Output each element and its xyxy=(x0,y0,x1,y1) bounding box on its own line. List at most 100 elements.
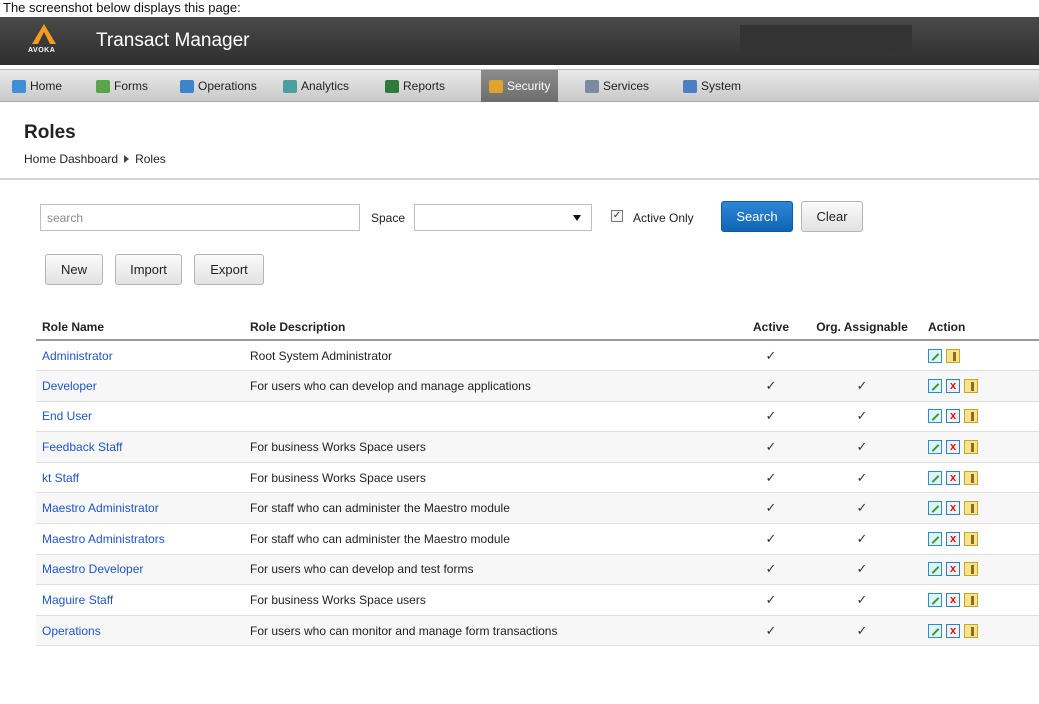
delete-icon[interactable] xyxy=(946,440,960,455)
search-button[interactable]: Search xyxy=(721,201,793,232)
role-name-link[interactable]: kt Staff xyxy=(42,471,79,485)
main-nav: Home Forms Operations Analytics Reports … xyxy=(0,69,1039,102)
user-info-block[interactable] xyxy=(740,25,912,53)
delete-icon[interactable] xyxy=(946,562,960,577)
app-header: AVOKA Transact Manager xyxy=(0,17,1039,65)
properties-icon[interactable] xyxy=(964,593,978,608)
properties-icon[interactable] xyxy=(964,501,978,516)
org-assignable-cell: ✓ xyxy=(796,554,922,586)
properties-icon[interactable] xyxy=(946,348,960,363)
active-cell: ✓ xyxy=(740,584,796,616)
role-name-link[interactable]: End User xyxy=(42,409,92,423)
role-name-link[interactable]: Maestro Administrator xyxy=(42,501,159,515)
properties-icon[interactable] xyxy=(964,378,978,393)
action-cell xyxy=(922,615,1039,647)
edit-icon[interactable] xyxy=(928,440,942,455)
import-button[interactable]: Import xyxy=(115,254,182,285)
edit-icon[interactable] xyxy=(928,623,942,638)
role-name-link[interactable]: Operations xyxy=(42,624,101,638)
org-assignable-cell: ✓ xyxy=(796,492,922,525)
role-name-link[interactable]: Developer xyxy=(42,379,97,393)
new-button[interactable]: New xyxy=(45,254,103,285)
dropdown-arrow-icon xyxy=(573,215,581,221)
properties-icon[interactable] xyxy=(964,409,978,424)
edit-icon[interactable] xyxy=(928,378,942,393)
nav-home[interactable]: Home xyxy=(12,70,62,102)
properties-icon[interactable] xyxy=(964,623,978,638)
nav-system-label: System xyxy=(701,79,742,93)
nav-forms-label: Forms xyxy=(114,79,148,93)
role-description-cell: Root System Administrator xyxy=(244,340,740,372)
breadcrumb-home-link[interactable]: Home Dashboard xyxy=(24,152,118,166)
nav-operations[interactable]: Operations xyxy=(180,70,257,102)
row-actions xyxy=(928,501,1039,516)
edit-icon[interactable] xyxy=(928,562,942,577)
action-cell xyxy=(922,584,1039,616)
header-role-name[interactable]: Role Name xyxy=(36,314,244,341)
edit-icon[interactable] xyxy=(928,409,942,424)
row-actions xyxy=(928,562,1039,577)
breadcrumb: Home Dashboard Roles xyxy=(24,152,166,166)
delete-icon[interactable] xyxy=(946,623,960,638)
search-input[interactable] xyxy=(40,204,360,231)
breadcrumb-arrow-icon xyxy=(124,155,130,163)
action-cell xyxy=(922,370,1039,402)
delete-icon[interactable] xyxy=(946,593,960,608)
action-cell xyxy=(922,431,1039,463)
system-icon xyxy=(683,79,697,93)
nav-forms[interactable]: Forms xyxy=(96,70,148,102)
edit-icon[interactable] xyxy=(928,501,942,516)
edit-icon[interactable] xyxy=(928,531,942,546)
nav-analytics-label: Analytics xyxy=(301,79,350,93)
properties-icon[interactable] xyxy=(964,531,978,546)
role-name-link[interactable]: Maestro Developer xyxy=(42,562,143,576)
role-description-cell: For users who can monitor and manage for… xyxy=(244,615,740,647)
role-description-cell: For business Works Space users xyxy=(244,584,740,616)
role-name-cell: Operations xyxy=(36,615,244,647)
role-name-link[interactable]: Maestro Administrators xyxy=(42,532,165,546)
space-select[interactable] xyxy=(414,204,592,231)
role-name-link[interactable]: Maguire Staff xyxy=(42,593,113,607)
role-description-cell: For users who can develop and manage app… xyxy=(244,370,740,402)
role-name-link[interactable]: Administrator xyxy=(42,349,113,363)
properties-icon[interactable] xyxy=(964,440,978,455)
edit-icon[interactable] xyxy=(928,593,942,608)
org-assignable-cell: ✓ xyxy=(796,523,922,555)
table-row: End User ✓ ✓ xyxy=(36,401,1039,433)
active-cell: ✓ xyxy=(740,523,796,555)
role-description-cell: For users who can develop and test forms xyxy=(244,554,740,586)
row-actions xyxy=(928,409,1039,424)
edit-icon[interactable] xyxy=(928,348,942,363)
delete-icon[interactable] xyxy=(946,470,960,485)
org-assignable-cell: ✓ xyxy=(796,615,922,647)
avoka-logo[interactable]: AVOKA xyxy=(28,24,60,60)
delete-icon[interactable] xyxy=(946,378,960,393)
logo-triangle-inner xyxy=(38,32,50,44)
properties-icon[interactable] xyxy=(964,470,978,485)
delete-icon[interactable] xyxy=(946,531,960,546)
nav-analytics[interactable]: Analytics xyxy=(283,70,349,102)
nav-operations-label: Operations xyxy=(198,79,257,93)
clear-button[interactable]: Clear xyxy=(801,201,863,232)
row-actions xyxy=(928,470,1039,485)
nav-security-label: Security xyxy=(507,79,551,93)
edit-icon[interactable] xyxy=(928,470,942,485)
header-role-description[interactable]: Role Description xyxy=(244,314,740,341)
properties-icon[interactable] xyxy=(964,562,978,577)
nav-services[interactable]: Services xyxy=(585,70,649,102)
delete-icon[interactable] xyxy=(946,501,960,516)
org-assignable-cell xyxy=(796,340,922,372)
page-title: Roles xyxy=(24,122,76,143)
export-button[interactable]: Export xyxy=(194,254,264,285)
role-name-link[interactable]: Feedback Staff xyxy=(42,440,123,454)
header-active[interactable]: Active xyxy=(740,314,796,341)
role-name-cell: kt Staff xyxy=(36,462,244,494)
active-only-checkbox[interactable]: ✓ xyxy=(611,210,623,222)
role-description-cell: For business Works Space users xyxy=(244,431,740,463)
nav-system[interactable]: System xyxy=(683,70,741,102)
nav-reports[interactable]: Reports xyxy=(385,70,445,102)
role-name-cell: Feedback Staff xyxy=(36,431,244,463)
delete-icon[interactable] xyxy=(946,409,960,424)
nav-security[interactable]: Security xyxy=(481,70,559,102)
header-org-assignable[interactable]: Org. Assignable xyxy=(796,314,922,341)
